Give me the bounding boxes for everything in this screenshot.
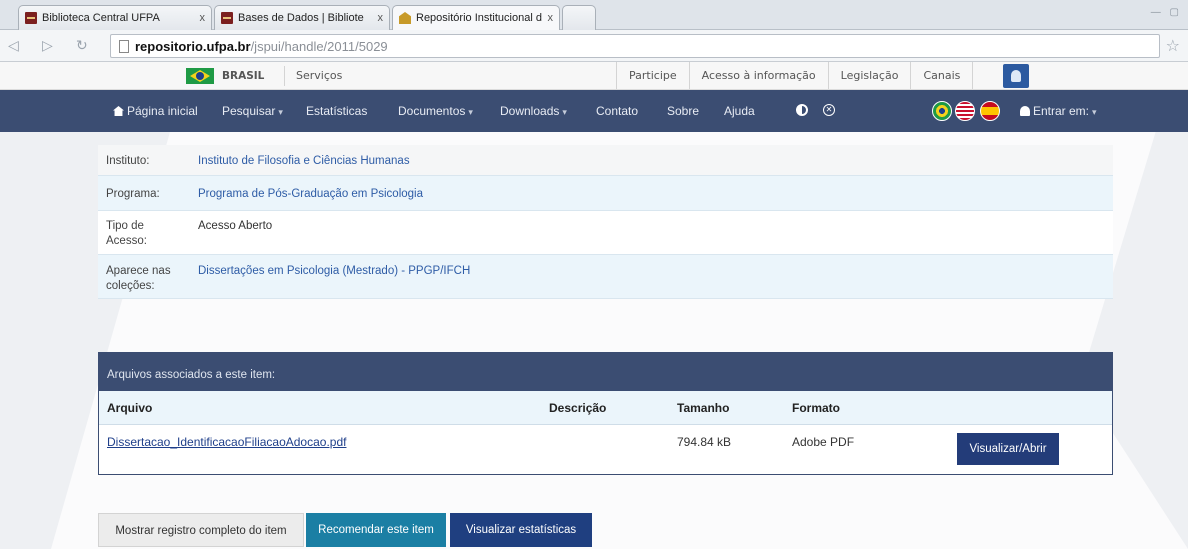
caret-down-icon: ▾ [1092, 107, 1097, 117]
metadata-label-line: Tipo de [106, 220, 144, 232]
nav-downloads[interactable]: Downloads ▾ [500, 104, 567, 118]
metadata-label: Programa: [106, 188, 160, 200]
library-favicon-icon [25, 12, 37, 24]
bookmark-star-icon[interactable]: ☆ [1166, 36, 1180, 56]
repository-favicon-icon [399, 12, 411, 24]
browser-tab-biblioteca[interactable]: Biblioteca Central UFPA x [18, 5, 212, 30]
page-icon [119, 39, 129, 53]
gov-bar: BRASIL Serviços Participe Acesso à infor… [0, 62, 1188, 90]
metadata-label: Tipo de Acesso: [106, 219, 147, 249]
url-host: repositorio.ufpa.br [135, 38, 251, 54]
tab-label: Biblioteca Central UFPA [42, 12, 160, 24]
file-format: Adobe PDF [792, 435, 855, 449]
brasil-label: BRASIL [222, 70, 265, 82]
metadata-label: Aparece nas coleções: [106, 264, 171, 294]
language-portuguese-icon[interactable] [932, 101, 952, 121]
caret-down-icon: ▾ [278, 107, 283, 117]
new-tab-button[interactable] [562, 5, 596, 30]
gov-link-canais[interactable]: Canais [910, 62, 974, 89]
metadata-row-instituto: Instituto: Instituto de Filosofia e Ciên… [98, 145, 1113, 176]
browser-tab-repositorio[interactable]: Repositório Institucional d x [392, 5, 560, 30]
nav-home[interactable]: Página inicial [113, 104, 198, 118]
nav-pesquisar[interactable]: Pesquisar ▾ [222, 104, 283, 118]
nav-estatisticas[interactable]: Estatísticas [306, 104, 367, 118]
metadata-label: Instituto: [106, 155, 150, 167]
language-english-icon[interactable] [955, 101, 975, 121]
tab-label: Bases de Dados | Bibliote [238, 12, 364, 24]
address-bar[interactable]: repositorio.ufpa.br/jspui/handle/2011/50… [110, 34, 1160, 58]
metadata-label-line: Aparece nas [106, 265, 171, 277]
servicos-link[interactable]: Serviços [296, 69, 342, 82]
files-panel: Arquivos associados a este item: Arquivo… [98, 352, 1113, 475]
tab-close-icon[interactable]: x [200, 12, 206, 24]
view-statistics-button[interactable]: Visualizar estatísticas [450, 513, 592, 547]
window-controls-icon[interactable]: — ▢ [1151, 7, 1182, 18]
nav-documentos[interactable]: Documentos ▾ [398, 104, 473, 118]
column-tamanho: Tamanho [677, 401, 730, 415]
brazil-flag-icon [186, 68, 214, 84]
browser-toolbar: ◁ ▷ ↻ repositorio.ufpa.br/jspui/handle/2… [0, 30, 1188, 62]
recommend-item-button[interactable]: Recomendar este item [306, 513, 446, 547]
back-icon[interactable]: ◁ [8, 37, 19, 54]
tab-close-icon[interactable]: x [548, 12, 554, 24]
metadata-label-line: coleções: [106, 280, 155, 292]
caret-down-icon: ▾ [468, 107, 473, 117]
browser-tab-strip: Biblioteca Central UFPA x Bases de Dados… [0, 0, 1188, 30]
column-arquivo: Arquivo [107, 401, 153, 415]
metadata-row-programa: Programa: Programa de Pós-Graduação em P… [98, 176, 1113, 211]
programa-link[interactable]: Programa de Pós-Graduação em Psicologia [198, 187, 423, 202]
item-metadata-table: Instituto: Instituto de Filosofia e Ciên… [98, 145, 1113, 299]
instituto-link[interactable]: Instituto de Filosofia e Ciências Humana… [198, 154, 410, 169]
home-icon [113, 106, 124, 116]
library-favicon-icon [221, 12, 233, 24]
nav-downloads-label: Downloads [500, 104, 560, 118]
login-menu[interactable]: Entrar em: ▾ [1020, 104, 1097, 118]
tipo-acesso-value: Acesso Aberto [198, 220, 273, 232]
metadata-row-colecoes: Aparece nas coleções: Dissertações em Psi… [98, 255, 1113, 299]
user-icon [1020, 106, 1030, 116]
main-nav: Página inicial Pesquisar ▾ Estatísticas D… [0, 90, 1188, 132]
nav-pesquisar-label: Pesquisar [222, 104, 276, 118]
url-path: /jspui/handle/2011/5029 [250, 38, 388, 54]
nav-documentos-label: Documentos [398, 104, 466, 118]
reload-icon[interactable]: ↻ [76, 37, 88, 54]
file-size: 794.84 kB [677, 435, 732, 449]
contrast-icon[interactable] [796, 104, 808, 116]
tab-close-icon[interactable]: x [378, 12, 384, 24]
metadata-row-tipo-acesso: Tipo de Acesso: Acesso Aberto [98, 211, 1113, 255]
reset-circle-icon[interactable]: ✕ [823, 104, 835, 116]
table-row: Dissertacao_IdentificacaoFiliacaoAdocao.… [99, 425, 1112, 475]
forward-icon[interactable]: ▷ [42, 37, 53, 54]
accessibility-icon[interactable] [1003, 64, 1029, 88]
file-name-link[interactable]: Dissertacao_IdentificacaoFiliacaoAdocao.… [107, 435, 346, 449]
gov-link-acesso-informacao[interactable]: Acesso à informação [688, 62, 828, 89]
caret-down-icon: ▾ [562, 107, 567, 117]
divider [284, 66, 285, 86]
gov-link-legislacao[interactable]: Legislação [827, 62, 911, 89]
metadata-label-line: Acesso: [106, 235, 147, 247]
files-table-header: Arquivo Descrição Tamanho Formato [99, 391, 1112, 425]
colecao-link[interactable]: Dissertações em Psicologia (Mestrado) - … [198, 264, 470, 279]
gov-link-participe[interactable]: Participe [616, 62, 689, 89]
nav-home-label: Página inicial [127, 104, 198, 118]
nav-sobre[interactable]: Sobre [667, 104, 699, 118]
show-full-record-button[interactable]: Mostrar registro completo do item [98, 513, 304, 547]
view-open-button[interactable]: Visualizar/Abrir [957, 433, 1059, 465]
browser-tab-bases[interactable]: Bases de Dados | Bibliote x [214, 5, 390, 30]
login-label: Entrar em: [1033, 104, 1090, 118]
gov-links: Participe Acesso à informação Legislação… [616, 62, 974, 89]
files-heading: Arquivos associados a este item: [99, 353, 1112, 391]
brasil-link[interactable]: BRASIL [186, 68, 264, 84]
language-spanish-icon[interactable] [980, 101, 1000, 121]
tab-label: Repositório Institucional d [416, 12, 542, 24]
column-descricao: Descrição [549, 401, 607, 415]
column-formato: Formato [792, 401, 840, 415]
nav-contato[interactable]: Contato [596, 104, 638, 118]
nav-ajuda[interactable]: Ajuda [724, 104, 755, 118]
